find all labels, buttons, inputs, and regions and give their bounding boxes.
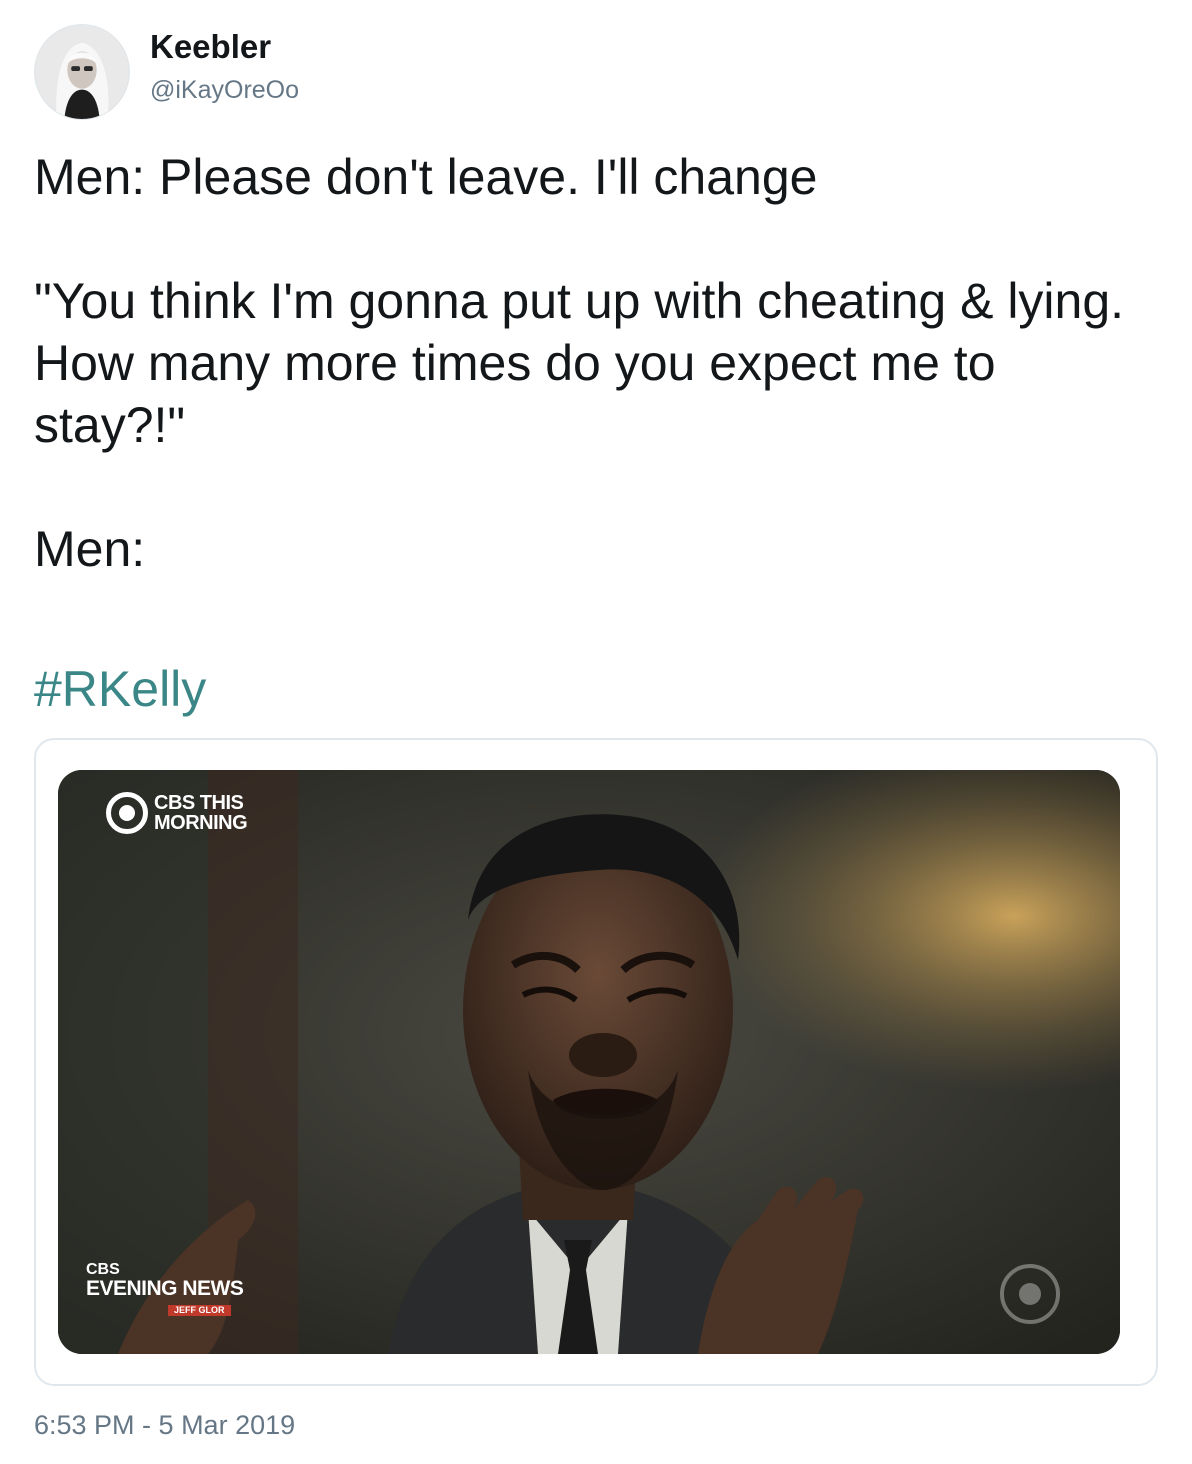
lower-bug-line2: EVENING NEWS <box>86 1277 244 1300</box>
avatar-portrait-icon <box>35 25 129 119</box>
network-bug-line1: CBS THIS <box>154 792 244 814</box>
tweet-timestamp[interactable]: 6:53 PM - 5 Mar 2019 <box>34 1410 295 1441</box>
display-name[interactable]: Keebler <box>150 28 271 66</box>
tweet-card: Keebler @iKayOreOo Men: Please don't lea… <box>0 0 1192 1464</box>
cbs-eye-icon <box>106 792 148 834</box>
cbs-this-morning-logo: CBS THIS MORNING <box>106 792 248 834</box>
video-thumbnail[interactable]: CBS THIS MORNING CBS EVENING NEWS JEFF G… <box>58 770 1120 1354</box>
cbs-watermark-icon <box>1000 1264 1060 1324</box>
user-handle[interactable]: @iKayOreOo <box>150 76 299 105</box>
network-bug-line2: MORNING <box>154 812 248 834</box>
profile-avatar[interactable] <box>34 24 130 120</box>
lower-bug-line1: CBS <box>86 1261 120 1278</box>
hashtag-link[interactable]: #RKelly <box>34 658 206 720</box>
cbs-evening-news-logo: CBS EVENING NEWS JEFF GLOR <box>86 1261 244 1318</box>
tweet-text: Men: Please don't leave. I'll change "Yo… <box>34 149 1125 577</box>
media-card[interactable]: CBS THIS MORNING CBS EVENING NEWS JEFF G… <box>34 738 1158 1386</box>
lower-bug-tag: JEFF GLOR <box>168 1305 231 1316</box>
